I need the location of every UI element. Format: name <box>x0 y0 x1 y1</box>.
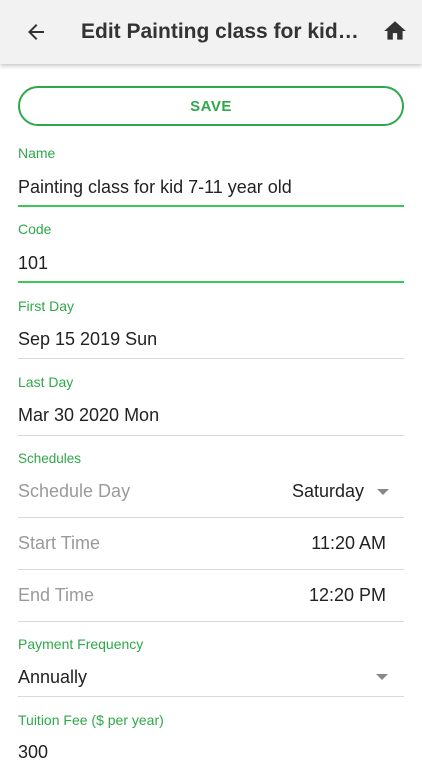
end-time-label: End Time <box>18 585 95 605</box>
first-day-label: First Day <box>18 298 74 314</box>
name-field[interactable]: Name Painting class for kid 7-11 year ol… <box>18 145 404 207</box>
first-day-field[interactable]: First Day Sep 15 2019 Sun <box>18 298 404 359</box>
page-title: Edit Painting class for kid ... <box>81 20 361 43</box>
name-input[interactable]: Painting class for kid 7-11 year old <box>18 177 292 198</box>
code-underline <box>18 281 404 283</box>
payment-frequency-value[interactable]: Annually <box>18 667 87 688</box>
tuition-fee-input[interactable]: 300 <box>18 742 48 763</box>
payment-frequency-underline <box>18 696 404 697</box>
name-underline <box>18 205 404 207</box>
schedule-day-row[interactable]: Schedule Day Saturday <box>18 466 404 518</box>
schedule-day-label: Schedule Day <box>18 481 131 501</box>
save-button[interactable]: SAVE <box>18 86 404 126</box>
code-field[interactable]: Code 101 <box>18 221 404 283</box>
schedules-label: Schedules <box>18 451 82 466</box>
start-time-value[interactable]: 11:20 AM <box>311 518 386 569</box>
end-time-row[interactable]: End Time 12:20 PM <box>18 570 404 622</box>
last-day-underline <box>18 435 404 436</box>
last-day-label: Last Day <box>18 374 74 390</box>
code-input[interactable]: 101 <box>18 253 48 274</box>
home-button[interactable] <box>380 16 410 46</box>
payment-frequency-label: Payment Frequency <box>18 636 144 652</box>
last-day-value[interactable]: Mar 30 2020 Mon <box>18 405 159 426</box>
home-icon <box>384 21 406 40</box>
tuition-fee-label: Tuition Fee ($ per year) <box>18 712 164 728</box>
tuition-fee-field[interactable]: Tuition Fee ($ per year) 300 <box>18 712 404 762</box>
schedules-section: Schedules <box>18 451 404 466</box>
start-time-label: Start Time <box>18 533 101 553</box>
name-label: Name <box>18 145 56 161</box>
end-time-value[interactable]: 12:20 PM <box>309 570 386 621</box>
last-day-field[interactable]: Last Day Mar 30 2020 Mon <box>18 374 404 436</box>
schedule-day-value: Saturday <box>291 481 364 501</box>
code-label: Code <box>18 221 52 237</box>
first-day-underline <box>18 358 404 359</box>
arrow-back-icon <box>28 24 44 40</box>
schedule-day-select[interactable]: Saturday <box>292 466 389 517</box>
payment-frequency-field[interactable]: Payment Frequency Annually <box>18 636 404 697</box>
first-day-value[interactable]: Sep 15 2019 Sun <box>18 329 157 350</box>
app-bar: Edit Painting class for kid ... <box>0 0 422 64</box>
back-button[interactable] <box>18 14 54 50</box>
end-time-divider <box>18 621 404 622</box>
dropdown-caret-icon <box>377 489 389 496</box>
dropdown-caret-icon[interactable] <box>376 674 388 680</box>
start-time-row[interactable]: Start Time 11:20 AM <box>18 518 404 570</box>
